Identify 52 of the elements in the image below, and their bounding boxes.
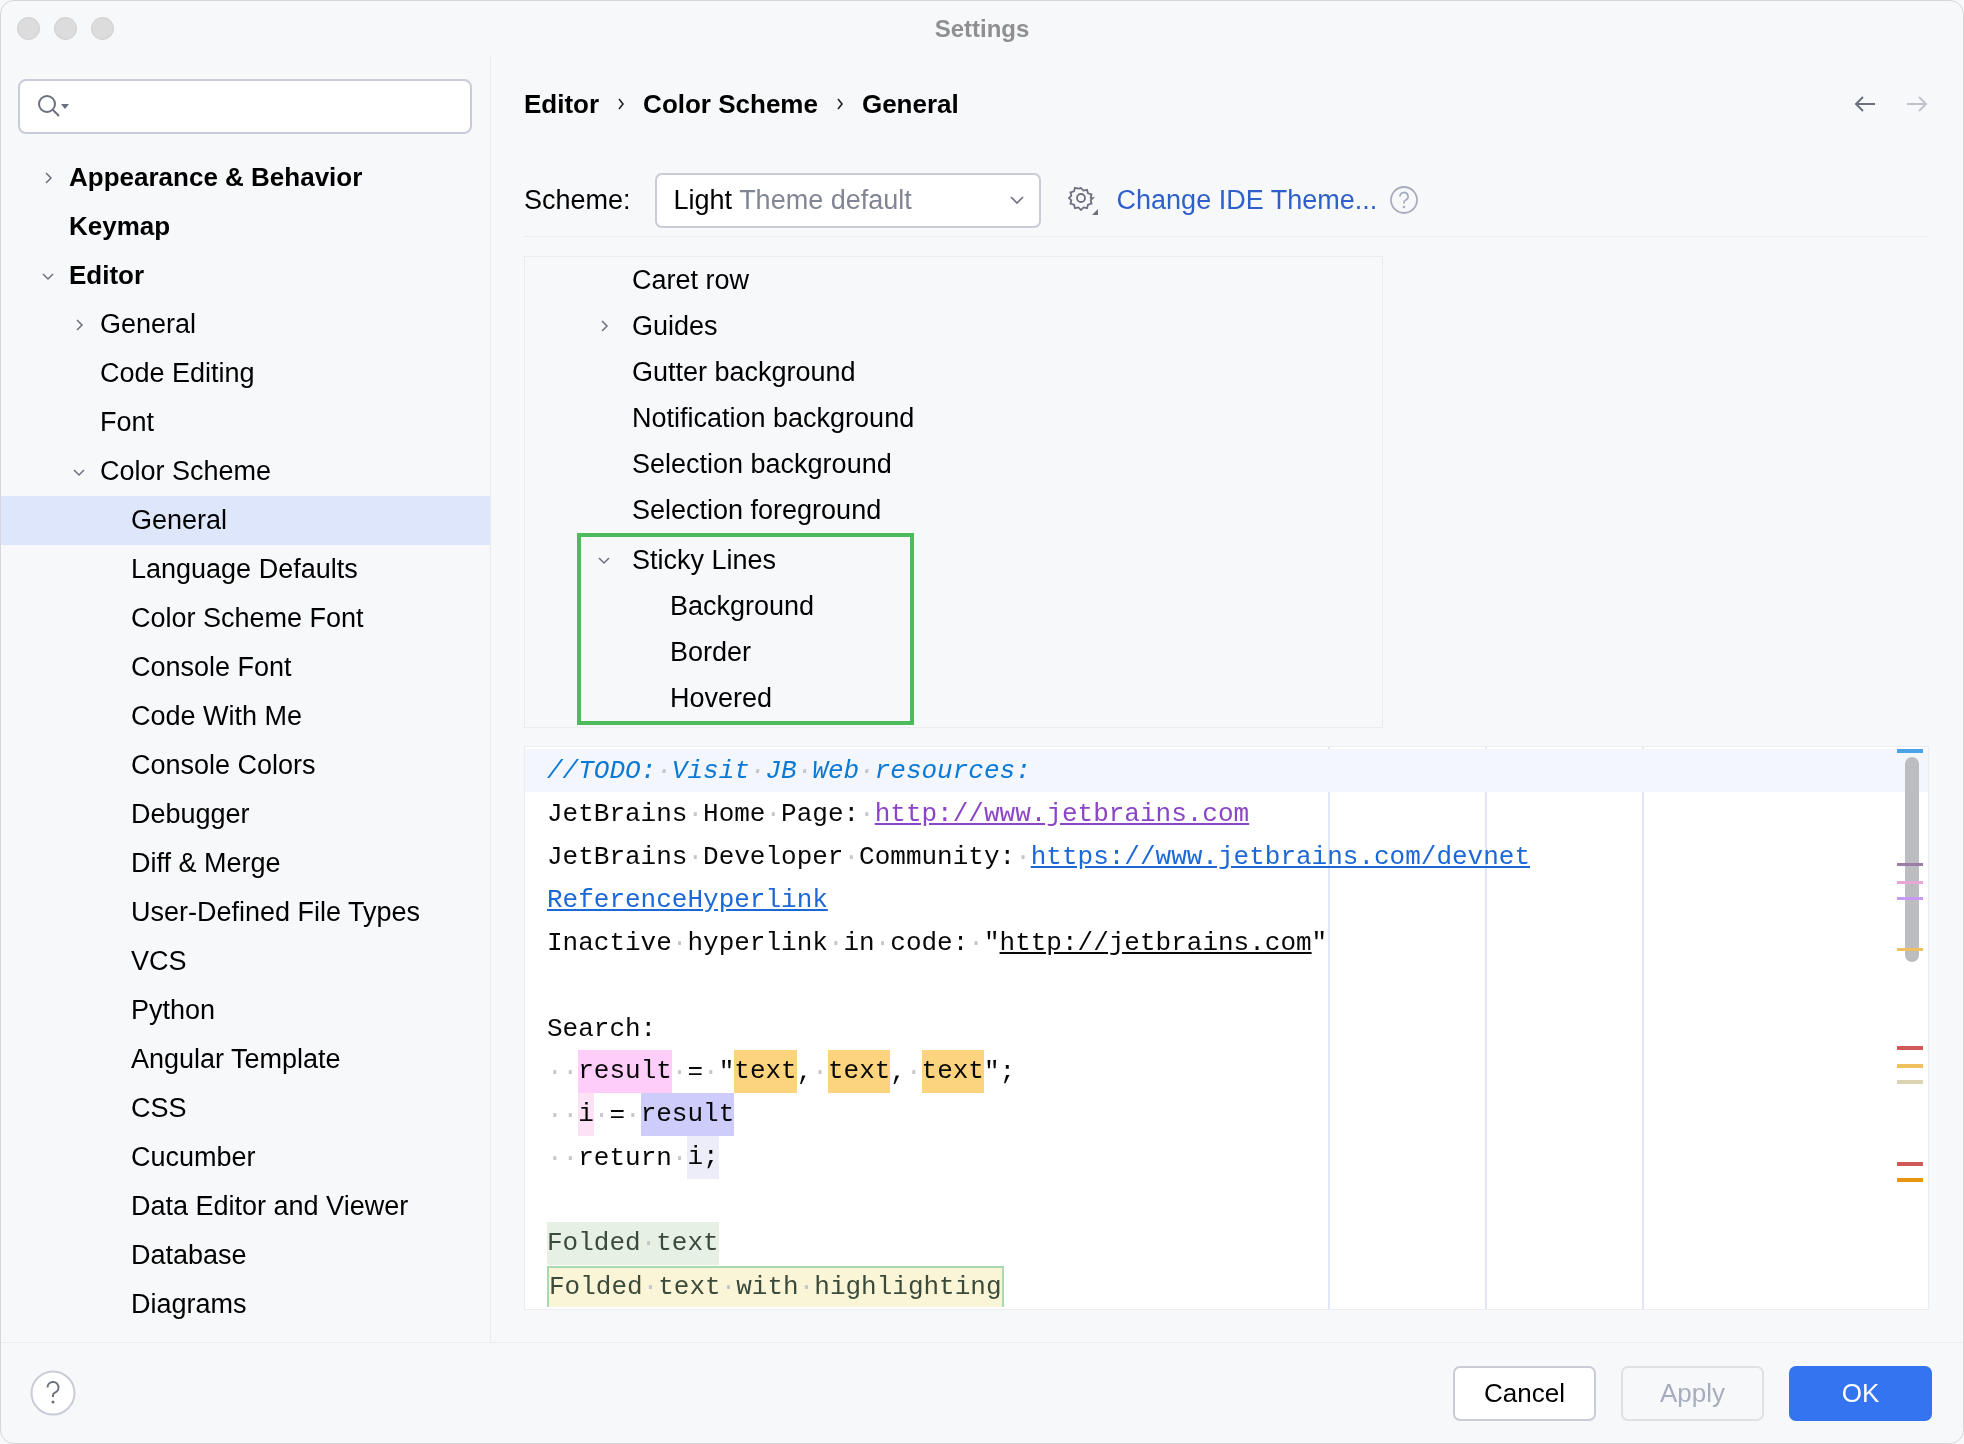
sidebar-item[interactable]: Font: [1, 398, 490, 447]
sidebar-item[interactable]: Diff & Merge: [1, 839, 490, 888]
tree-item[interactable]: Guides: [525, 303, 1382, 349]
dialog-button[interactable]: Cancel: [1453, 1365, 1596, 1421]
code-line: Folded·text·with·highlighting: [525, 1265, 1928, 1308]
code-line: JetBrains·Home·Page:·http://www.jetbrains.com: [546, 797, 1251, 831]
breadcrumb-item[interactable]: General: [861, 88, 959, 120]
sidebar-item[interactable]: VCS: [1, 937, 490, 986]
sidebar-item[interactable]: Console Colors: [1, 741, 490, 790]
change-theme-link[interactable]: Change IDE Theme...: [1116, 184, 1378, 216]
breadcrumb-item[interactable]: Color Scheme: [643, 88, 818, 120]
breadcrumb-item[interactable]: Editor: [524, 88, 600, 120]
code-line: Inactive·hyperlink·in·code:·"http://jetbrains.com": [546, 926, 1329, 960]
sidebar-item[interactable]: Database: [1, 1231, 490, 1280]
sidebar-item[interactable]: Editor: [1, 251, 490, 300]
tree-item[interactable]: Selection background: [525, 441, 1382, 487]
tree-item[interactable]: Sticky Lines: [581, 537, 910, 583]
sidebar-item[interactable]: Debugger: [1, 790, 490, 839]
tree-item[interactable]: Gutter background: [525, 349, 1382, 395]
code-line: ··return·i;: [525, 1136, 1928, 1179]
sidebar-item[interactable]: Angular Template: [1, 1035, 490, 1084]
scheme-label: Scheme:: [524, 184, 631, 216]
tree-item[interactable]: Caret row: [525, 257, 1382, 303]
code-line: JetBrains·Developer·Community:·https://www.jetbrains.com/devnet: [546, 840, 1531, 874]
code-line: Folded·text: [525, 1222, 1928, 1265]
sidebar-item[interactable]: User-Defined File Types: [1, 888, 490, 937]
sidebar-item[interactable]: Code Editing: [1, 349, 490, 398]
code-line: Search:: [546, 1012, 658, 1046]
sidebar-item[interactable]: Console Font: [1, 643, 490, 692]
tree-item[interactable]: Border: [581, 629, 910, 675]
sidebar-item[interactable]: Data Editor and Viewer: [1, 1182, 490, 1231]
tree-item[interactable]: Notification background: [525, 395, 1382, 441]
sidebar-item[interactable]: General: [1, 496, 490, 545]
sidebar-item[interactable]: Color Scheme Font: [1, 594, 490, 643]
sidebar-item[interactable]: CSS: [1, 1084, 490, 1133]
tree-item[interactable]: Background: [581, 583, 910, 629]
sidebar-item[interactable]: Diagrams: [1, 1280, 490, 1329]
dialog-button[interactable]: OK: [1789, 1365, 1932, 1421]
tree-item[interactable]: Hovered: [581, 675, 910, 721]
scheme-dropdown[interactable]: Light Theme default: [654, 172, 1041, 228]
code-line: ··result·=·"text,·text,·text";: [525, 1050, 1928, 1093]
sidebar-item[interactable]: General: [1, 300, 490, 349]
sidebar-item[interactable]: Keymap: [1, 202, 490, 251]
window-title: Settings: [934, 14, 1030, 42]
sidebar-item[interactable]: Code With Me: [1, 692, 490, 741]
sidebar-item[interactable]: Cucumber: [1, 1133, 490, 1182]
code-line: ··i·=·result: [525, 1093, 1928, 1136]
tree-item[interactable]: Selection foreground: [525, 487, 1382, 533]
sidebar-item[interactable]: Python: [1, 986, 490, 1035]
sidebar-item[interactable]: Language Defaults: [1, 545, 490, 594]
sidebar-item[interactable]: Color Scheme: [1, 447, 490, 496]
sidebar-item[interactable]: Appearance & Behavior: [1, 153, 490, 202]
